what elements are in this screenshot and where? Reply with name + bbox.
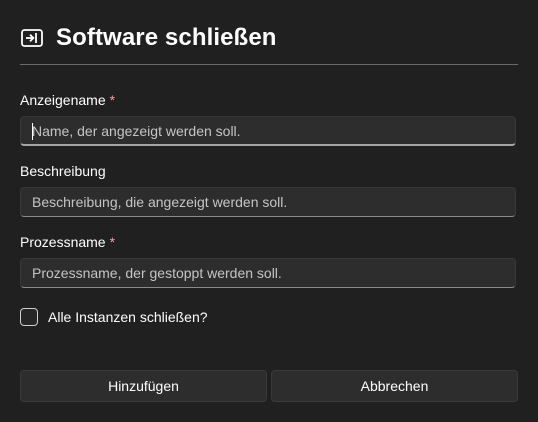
process-name-label: Prozessname * — [20, 234, 115, 250]
dialog-header: Software schließen — [20, 22, 277, 54]
all-instances-checkbox[interactable] — [20, 308, 38, 326]
page-title: Software schließen — [56, 24, 277, 51]
display-name-input[interactable] — [21, 117, 515, 144]
description-field[interactable] — [20, 187, 516, 217]
header-divider — [20, 64, 518, 65]
description-label: Beschreibung — [20, 163, 106, 179]
description-label-text: Beschreibung — [20, 163, 106, 179]
add-button[interactable]: Hinzufügen — [20, 370, 267, 402]
cancel-button[interactable]: Abbrechen — [271, 370, 518, 402]
all-instances-checkbox-label[interactable]: Alle Instanzen schließen? — [48, 309, 208, 325]
process-name-label-text: Prozessname — [20, 234, 106, 250]
process-name-input[interactable] — [21, 259, 515, 287]
display-name-label: Anzeigename * — [20, 92, 115, 108]
display-name-field[interactable] — [20, 116, 516, 146]
description-input[interactable] — [21, 188, 515, 216]
display-name-label-text: Anzeigename — [20, 92, 106, 108]
process-name-field[interactable] — [20, 258, 516, 288]
required-marker: * — [109, 92, 116, 108]
all-instances-option[interactable]: Alle Instanzen schließen? — [20, 307, 208, 327]
sign-out-icon — [20, 28, 44, 48]
text-caret — [32, 123, 33, 140]
required-marker: * — [109, 234, 116, 250]
